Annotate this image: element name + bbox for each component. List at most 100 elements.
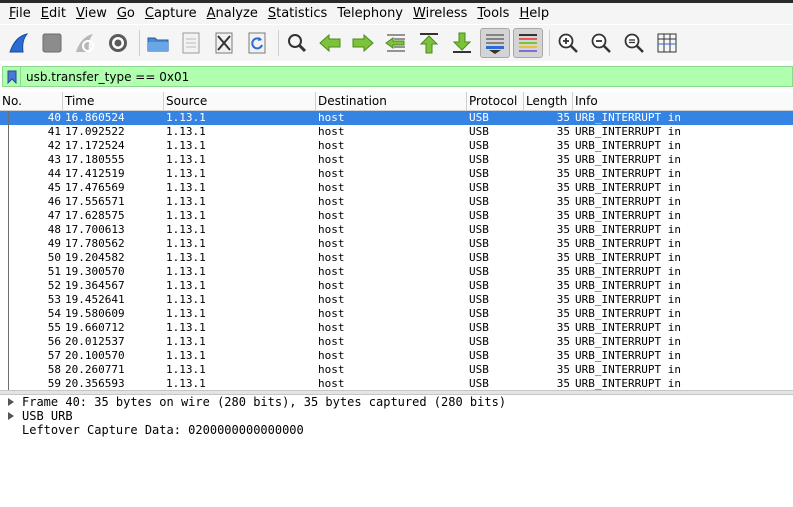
cell-no: 49 bbox=[0, 237, 63, 251]
column-header-destination[interactable]: Destination bbox=[316, 92, 467, 110]
table-row[interactable]: 43 17.180555 1.13.1 host USB 35 URB_INTERRUPT … bbox=[0, 153, 793, 167]
cell-time: 20.012537 bbox=[65, 335, 125, 348]
cell-destination: host bbox=[318, 209, 345, 222]
menu-go[interactable]: Go bbox=[112, 4, 140, 23]
table-row[interactable]: 44 17.412519 1.13.1 host USB 35 URB_INTERRUPT … bbox=[0, 167, 793, 181]
expand-arrow-icon[interactable] bbox=[0, 412, 22, 420]
menu-telephony[interactable]: Telephony bbox=[332, 4, 408, 23]
cell-info: URB_INTERRUPT in bbox=[575, 223, 681, 236]
menu-file[interactable]: File bbox=[4, 4, 36, 23]
cell-no: 56 bbox=[0, 335, 63, 349]
resize-columns-icon[interactable] bbox=[652, 28, 682, 58]
related-packet-indicator bbox=[8, 279, 9, 293]
column-header-time[interactable]: Time bbox=[63, 92, 164, 110]
related-packet-indicator bbox=[8, 363, 9, 377]
column-header-length[interactable]: Length bbox=[524, 92, 573, 110]
table-row[interactable]: 51 19.300570 1.13.1 host USB 35 URB_INTERRUPT … bbox=[0, 265, 793, 279]
reload-file-icon[interactable] bbox=[242, 28, 272, 58]
menu-view[interactable]: View bbox=[71, 4, 112, 23]
cell-no: 47 bbox=[0, 209, 63, 223]
table-row[interactable]: 45 17.476569 1.13.1 host USB 35 URB_INTERRUPT … bbox=[0, 181, 793, 195]
menu-help[interactable]: Help bbox=[514, 4, 554, 23]
packet-number: 54 bbox=[47, 307, 61, 320]
detail-tree-item-leftover-data[interactable]: Leftover Capture Data: 0200000000000000 bbox=[0, 423, 793, 437]
cell-length: 35 bbox=[556, 195, 570, 208]
column-header-no[interactable]: No. bbox=[0, 92, 63, 110]
cell-destination: host bbox=[318, 195, 345, 208]
cell-protocol: USB bbox=[469, 349, 489, 362]
packet-number: 56 bbox=[47, 335, 61, 348]
packet-number: 51 bbox=[47, 265, 61, 278]
cell-source: 1.13.1 bbox=[166, 279, 206, 292]
go-back-icon[interactable] bbox=[315, 28, 345, 58]
packet-list-header: No. Time Source Destination Protocol Len… bbox=[0, 92, 793, 111]
cell-destination: host bbox=[318, 377, 345, 390]
table-row[interactable]: 49 17.780562 1.13.1 host USB 35 URB_INTERRUPT … bbox=[0, 237, 793, 251]
go-last-packet-icon[interactable] bbox=[447, 28, 477, 58]
auto-scroll-icon[interactable] bbox=[480, 28, 510, 58]
zoom-in-icon[interactable] bbox=[553, 28, 583, 58]
packet-number: 48 bbox=[47, 223, 61, 236]
menu-statistics[interactable]: Statistics bbox=[263, 4, 332, 23]
table-row[interactable]: 54 19.580609 1.13.1 host USB 35 URB_INTERRUPT … bbox=[0, 307, 793, 321]
column-header-source[interactable]: Source bbox=[164, 92, 316, 110]
cell-protocol: USB bbox=[469, 363, 489, 376]
go-forward-icon[interactable] bbox=[348, 28, 378, 58]
cell-no: 51 bbox=[0, 265, 63, 279]
packet-number: 58 bbox=[47, 363, 61, 376]
table-row[interactable]: 59 20.356593 1.13.1 host USB 35 URB_INTERRUPT … bbox=[0, 377, 793, 390]
find-packet-icon[interactable] bbox=[282, 28, 312, 58]
filter-bookmark-icon[interactable] bbox=[3, 67, 21, 86]
table-row[interactable]: 57 20.100570 1.13.1 host USB 35 URB_INTERRUPT … bbox=[0, 349, 793, 363]
column-header-info[interactable]: Info bbox=[573, 92, 793, 110]
menu-capture[interactable]: Capture bbox=[140, 4, 202, 23]
table-row[interactable]: 52 19.364567 1.13.1 host USB 35 URB_INTERRUPT … bbox=[0, 279, 793, 293]
capture-options-gear-icon[interactable] bbox=[103, 28, 133, 58]
shark-fin-start-icon[interactable] bbox=[4, 28, 34, 58]
table-row[interactable]: 55 19.660712 1.13.1 host USB 35 URB_INTERRUPT … bbox=[0, 321, 793, 335]
save-file-icon[interactable] bbox=[176, 28, 206, 58]
table-row[interactable]: 41 17.092522 1.13.1 host USB 35 URB_INTERRUPT … bbox=[0, 125, 793, 139]
expand-arrow-icon[interactable] bbox=[0, 398, 22, 406]
restart-capture-icon[interactable] bbox=[70, 28, 100, 58]
table-row[interactable]: 48 17.700613 1.13.1 host USB 35 URB_INTERRUPT … bbox=[0, 223, 793, 237]
table-row[interactable]: 46 17.556571 1.13.1 host USB 35 URB_INTERRUPT … bbox=[0, 195, 793, 209]
table-row[interactable]: 42 17.172524 1.13.1 host USB 35 URB_INTERRUPT … bbox=[0, 139, 793, 153]
zoom-out-icon[interactable] bbox=[586, 28, 616, 58]
menu-tools[interactable]: Tools bbox=[472, 4, 514, 23]
packet-details-pane: Frame 40: 35 bytes on wire (280 bits), 3… bbox=[0, 395, 793, 507]
table-row[interactable]: 56 20.012537 1.13.1 host USB 35 URB_INTERRUPT … bbox=[0, 335, 793, 349]
display-filter-input[interactable] bbox=[21, 67, 781, 86]
cell-info: URB_INTERRUPT in bbox=[575, 349, 681, 362]
related-packet-indicator bbox=[8, 377, 9, 390]
close-file-icon[interactable] bbox=[209, 28, 239, 58]
go-to-packet-icon[interactable] bbox=[381, 28, 411, 58]
go-first-packet-icon[interactable] bbox=[414, 28, 444, 58]
detail-text: USB URB bbox=[22, 409, 73, 423]
table-row[interactable]: 47 17.628575 1.13.1 host USB 35 URB_INTERRUPT … bbox=[0, 209, 793, 223]
menu-wireless[interactable]: Wireless bbox=[408, 4, 472, 23]
zoom-normal-icon[interactable] bbox=[619, 28, 649, 58]
related-packet-indicator bbox=[8, 111, 9, 125]
display-filter-bar bbox=[2, 66, 793, 87]
cell-length: 35 bbox=[556, 223, 570, 236]
column-header-protocol[interactable]: Protocol bbox=[467, 92, 524, 110]
detail-tree-item-frame[interactable]: Frame 40: 35 bytes on wire (280 bits), 3… bbox=[0, 395, 793, 409]
cell-destination: host bbox=[318, 237, 345, 250]
packet-number: 47 bbox=[47, 209, 61, 222]
cell-no: 57 bbox=[0, 349, 63, 363]
table-row[interactable]: 40 16.860524 1.13.1 host USB 35 URB_INTERRUPT … bbox=[0, 111, 793, 125]
detail-tree-item-usb-urb[interactable]: USB URB bbox=[0, 409, 793, 423]
cell-time: 17.700613 bbox=[65, 223, 125, 236]
menu-edit[interactable]: Edit bbox=[36, 4, 71, 23]
cell-time: 19.204582 bbox=[65, 251, 125, 264]
table-row[interactable]: 53 19.452641 1.13.1 host USB 35 URB_INTERRUPT … bbox=[0, 293, 793, 307]
colorize-icon[interactable] bbox=[513, 28, 543, 58]
table-row[interactable]: 58 20.260771 1.13.1 host USB 35 URB_INTERRUPT … bbox=[0, 363, 793, 377]
stop-capture-icon[interactable] bbox=[37, 28, 67, 58]
open-folder-icon[interactable] bbox=[143, 28, 173, 58]
cell-info: URB_INTERRUPT in bbox=[575, 153, 681, 166]
table-row[interactable]: 50 19.204582 1.13.1 host USB 35 URB_INTERRUPT … bbox=[0, 251, 793, 265]
menu-analyze[interactable]: Analyze bbox=[202, 4, 263, 23]
cell-destination: host bbox=[318, 363, 345, 376]
